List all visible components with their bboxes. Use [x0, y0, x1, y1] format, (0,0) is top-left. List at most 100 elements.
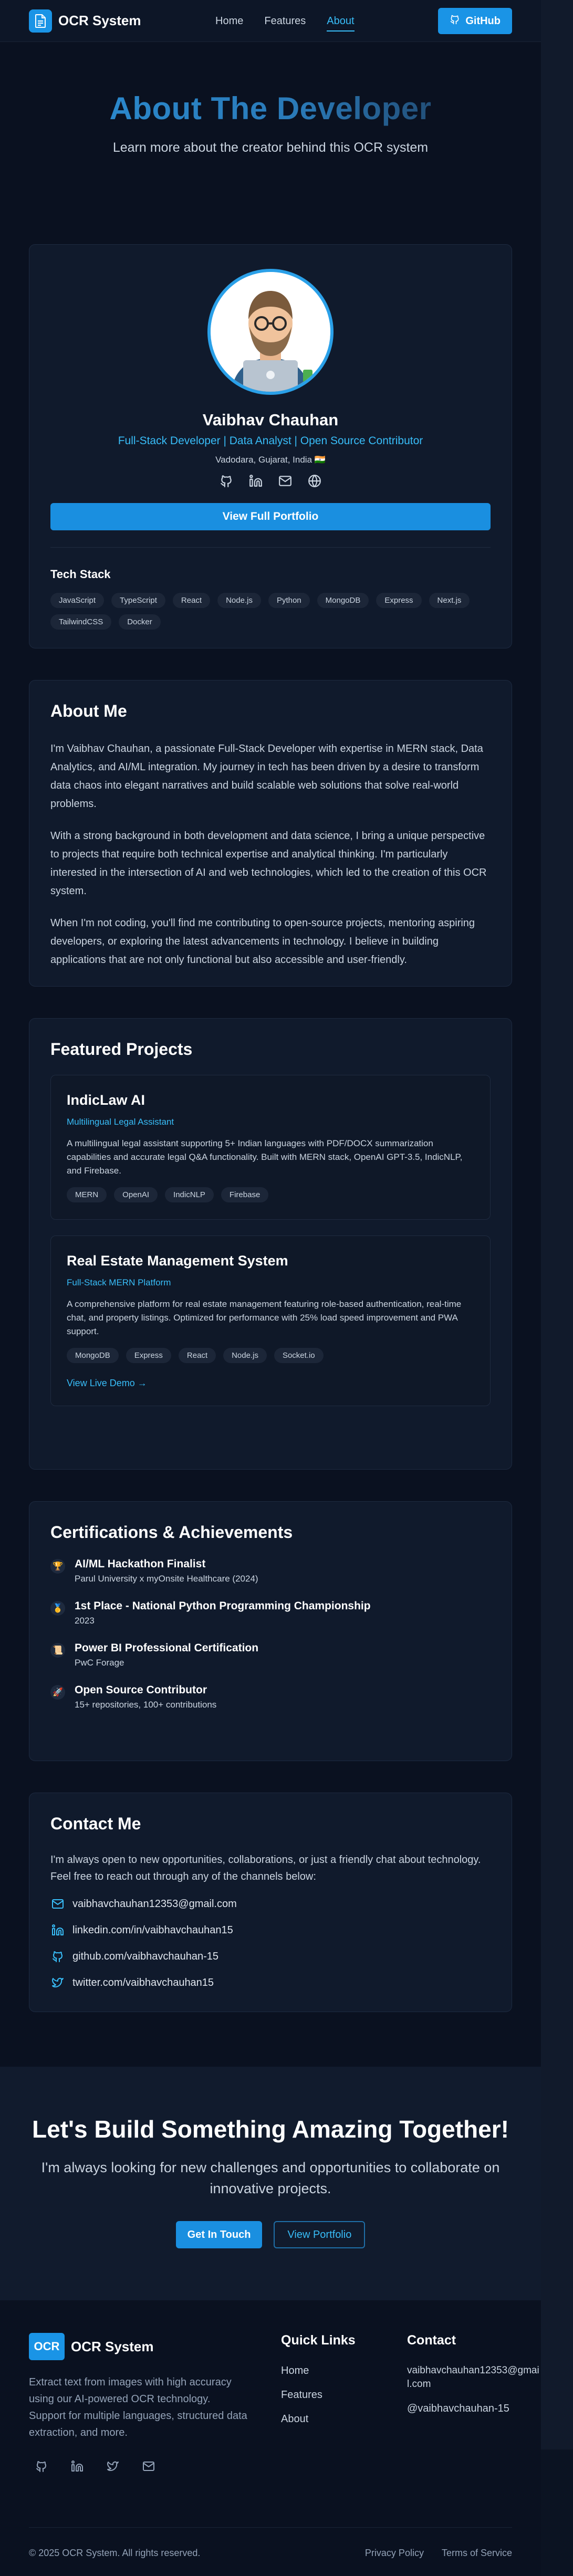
contact-twitter[interactable]: twitter.com/vaibhavchauhan15	[50, 1975, 491, 1990]
projects-card: Featured Projects IndicLaw AI Multilingu…	[29, 1018, 512, 1470]
cta-text: I'm always looking for new challenges an…	[41, 2160, 500, 2196]
cert-item: 🚀 Open Source Contributor 15+ repositori…	[50, 1684, 491, 1710]
github-icon	[50, 1949, 65, 1964]
copyright-text: © 2025 OCR System. All rights reserved.	[29, 2548, 201, 2558]
about-paragraph: I'm Vaibhav Chauhan, a passionate Full-S…	[50, 743, 483, 810]
contact-github[interactable]: github.com/vaibhavchauhan-15	[50, 1949, 491, 1964]
tech-tag: Next.js	[429, 593, 470, 608]
project-tag: Node.js	[223, 1348, 267, 1363]
project-name: Real Estate Management System	[67, 1253, 288, 1269]
footer: OCR OCR System Extract text from images …	[0, 2300, 541, 2576]
footer-link-home[interactable]: Home	[281, 2364, 356, 2378]
hero-subtitle: Learn more about the creator behind this…	[112, 140, 429, 155]
contact-linkedin[interactable]: linkedin.com/in/vaibhavchauhan15	[50, 1923, 491, 1938]
tech-tag: JavaScript	[50, 593, 105, 608]
project-tag: OpenAI	[114, 1187, 158, 1202]
project-tags: MongoDB Express React Node.js Socket.io	[67, 1348, 474, 1363]
project-description: A multilingual legal assistant supportin…	[67, 1138, 463, 1176]
globe-icon[interactable]	[307, 474, 322, 488]
cert-title: 1st Place - National Python Programming …	[75, 1600, 371, 1612]
github-button[interactable]: GitHub	[438, 8, 512, 34]
terms-of-service-link[interactable]: Terms of Service	[442, 2548, 512, 2559]
footer-logo-box: OCR	[29, 2333, 65, 2360]
avatar	[207, 269, 334, 395]
contact-email-text: vaibhavchauhan12353@gmail.com	[72, 1898, 237, 1910]
tech-tag: React	[172, 593, 211, 608]
tech-stack-title: Tech Stack	[50, 568, 111, 581]
tech-tag: Node.js	[217, 593, 261, 608]
get-in-touch-button[interactable]: Get In Touch	[175, 2221, 263, 2248]
profile-location: Vadodara, Gujarat, India 🇮🇳	[215, 455, 326, 465]
rocket-icon: 🚀	[50, 1685, 65, 1700]
nav-logo[interactable]: OCR System	[29, 9, 141, 33]
nav-links: Home Features About	[215, 0, 355, 42]
mail-icon[interactable]	[141, 2459, 156, 2474]
cert-item: 🥇 1st Place - National Python Programmin…	[50, 1600, 491, 1626]
view-portfolio-button[interactable]: View Full Portfolio	[50, 503, 491, 530]
footer-email[interactable]: vaibhavchauhan12353@gmail.com	[407, 2364, 541, 2391]
about-paragraph: With a strong background in both develop…	[50, 830, 487, 897]
footer-link-about[interactable]: About	[281, 2412, 356, 2426]
tech-stack-tags: JavaScript TypeScript React Node.js Pyth…	[50, 593, 491, 630]
nav-link-features[interactable]: Features	[264, 13, 306, 29]
contact-intro: I'm always open to new opportunities, co…	[50, 1854, 481, 1882]
linkedin-icon	[50, 1923, 65, 1938]
view-portfolio-outline-button[interactable]: View Portfolio	[274, 2221, 366, 2248]
quick-links-title: Quick Links	[281, 2333, 356, 2348]
tech-tag: TailwindCSS	[50, 614, 112, 630]
cert-subtitle: PwC Forage	[75, 1658, 124, 1668]
tech-tag: Python	[268, 593, 310, 608]
document-icon	[29, 9, 52, 33]
contact-email[interactable]: vaibhavchauhan12353@gmail.com	[50, 1897, 491, 1911]
cta-title: Let's Build Something Amazing Together!	[32, 2116, 509, 2143]
project-subtitle: Full-Stack MERN Platform	[67, 1277, 171, 1287]
certifications-title: Certifications & Achievements	[50, 1523, 293, 1542]
about-title: About Me	[50, 701, 127, 720]
footer-handle[interactable]: @vaibhavchauhan-15	[407, 2402, 512, 2415]
cert-title: AI/ML Hackathon Finalist	[75, 1558, 206, 1570]
mail-icon[interactable]	[278, 474, 293, 488]
footer-link-features[interactable]: Features	[281, 2388, 356, 2402]
nav-logo-text: OCR System	[58, 13, 141, 28]
github-button-label: GitHub	[465, 15, 501, 27]
hero-title: About The Developer	[0, 90, 541, 127]
divider	[50, 547, 491, 548]
profile-name: Vaibhav Chauhan	[202, 411, 339, 429]
footer-contact: Contact vaibhavchauhan12353@gmail.com @v…	[407, 2333, 541, 2415]
page-scrollbar[interactable]	[541, 0, 573, 2449]
twitter-icon[interactable]	[106, 2459, 120, 2474]
cta-section: Let's Build Something Amazing Together! …	[0, 2067, 541, 2300]
nav-link-home[interactable]: Home	[215, 13, 243, 29]
certifications-card: Certifications & Achievements 🏆 AI/ML Ha…	[29, 1501, 512, 1761]
legal-links: Privacy Policy Terms of Service	[365, 2548, 512, 2559]
project-name: IndicLaw AI	[67, 1092, 145, 1108]
project-tags: MERN OpenAI IndicNLP Firebase	[67, 1187, 474, 1202]
project-tag: MongoDB	[67, 1348, 119, 1363]
contact-linkedin-text: linkedin.com/in/vaibhavchauhan15	[72, 1924, 233, 1936]
medal-icon: 🥇	[50, 1601, 65, 1616]
linkedin-icon[interactable]	[70, 2459, 85, 2474]
github-icon	[450, 14, 460, 28]
project-tag: React	[178, 1348, 216, 1363]
twitter-icon	[50, 1975, 65, 1990]
privacy-policy-link[interactable]: Privacy Policy	[365, 2548, 424, 2559]
view-live-demo-link[interactable]: View Live Demo →	[67, 1378, 474, 1389]
project-subtitle: Multilingual Legal Assistant	[67, 1117, 174, 1127]
tech-tag: TypeScript	[111, 593, 165, 608]
footer-logo-text: OCR System	[71, 2338, 154, 2354]
linkedin-icon[interactable]	[248, 474, 263, 488]
project-card-indiclaw: IndicLaw AI Multilingual Legal Assistant…	[50, 1075, 491, 1220]
projects-title: Featured Projects	[50, 1040, 193, 1059]
footer-description: Extract text from images with high accur…	[29, 2376, 247, 2438]
nav-link-about[interactable]: About	[327, 13, 355, 32]
footer-quick-links: Quick Links Home Features About	[281, 2333, 356, 2426]
mail-icon	[50, 1897, 65, 1911]
about-card: About Me I'm Vaibhav Chauhan, a passiona…	[29, 680, 512, 987]
github-icon[interactable]	[34, 2459, 49, 2474]
project-tag: Firebase	[221, 1187, 269, 1202]
about-paragraph: When I'm not coding, you'll find me cont…	[50, 917, 475, 966]
github-icon[interactable]	[219, 474, 234, 488]
cert-title: Open Source Contributor	[75, 1684, 207, 1696]
contact-twitter-text: twitter.com/vaibhavchauhan15	[72, 1976, 214, 1988]
project-tag: IndicNLP	[165, 1187, 214, 1202]
